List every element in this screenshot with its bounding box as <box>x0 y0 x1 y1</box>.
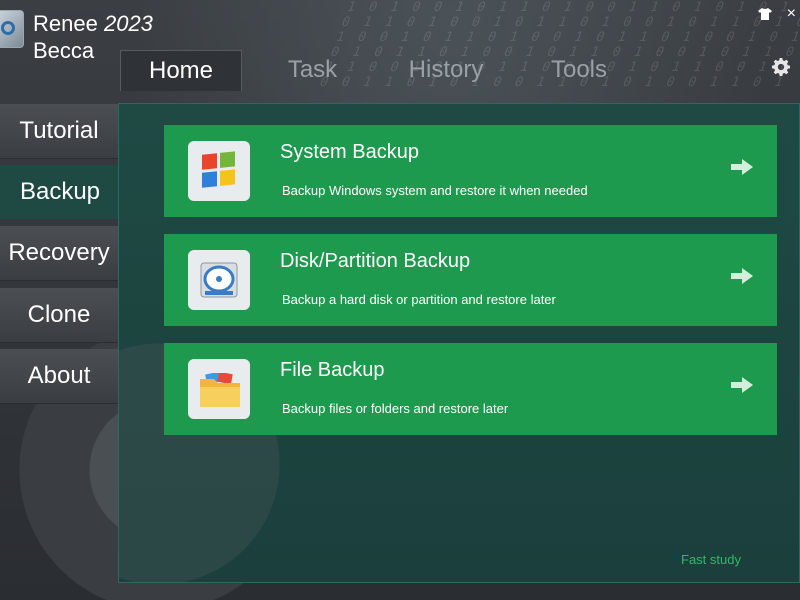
shirt-icon[interactable] <box>758 8 772 23</box>
close-icon[interactable]: × <box>787 5 796 23</box>
card-description: Backup Windows system and restore it whe… <box>282 183 588 198</box>
brand-year: 2023 <box>103 11 153 36</box>
system-backup-card[interactable]: System Backup Backup Windows system and … <box>164 125 777 217</box>
arrow-right-icon <box>731 155 753 181</box>
gear-icon[interactable] <box>772 58 790 82</box>
tab-tools[interactable]: Tools <box>520 50 638 90</box>
tab-task[interactable]: Task <box>250 50 375 90</box>
card-title: File Backup <box>280 359 385 381</box>
card-description: Backup a hard disk or partition and rest… <box>282 292 556 307</box>
card-title: Disk/Partition Backup <box>280 250 471 272</box>
arrow-right-icon <box>731 373 753 399</box>
tab-home[interactable]: Home <box>120 50 242 91</box>
arrow-right-icon <box>731 264 753 290</box>
hard-disk-icon <box>188 250 250 310</box>
sidebar-item-about[interactable]: About <box>0 349 118 404</box>
sidebar-item-clone[interactable]: Clone <box>0 288 118 343</box>
file-backup-card[interactable]: File Backup Backup files or folders and … <box>164 343 777 435</box>
folder-icon <box>188 359 250 419</box>
sidebar-item-tutorial[interactable]: Tutorial <box>0 104 118 159</box>
disk-partition-backup-card[interactable]: Disk/Partition Backup Backup a hard disk… <box>164 234 777 326</box>
fast-study-link[interactable]: Fast study <box>681 552 741 567</box>
card-description: Backup files or folders and restore late… <box>282 401 509 416</box>
card-title: System Backup <box>280 141 419 163</box>
windows-logo-icon <box>188 141 250 201</box>
tab-history[interactable]: History <box>382 50 510 90</box>
sidebar-item-backup[interactable]: Backup <box>0 165 120 219</box>
sidebar-item-recovery[interactable]: Recovery <box>0 226 118 281</box>
brand-name: Renee <box>33 11 98 36</box>
main-panel: System Backup Backup Windows system and … <box>118 103 800 583</box>
brand-product: Becca <box>33 38 95 63</box>
app-logo-icon <box>0 10 24 48</box>
